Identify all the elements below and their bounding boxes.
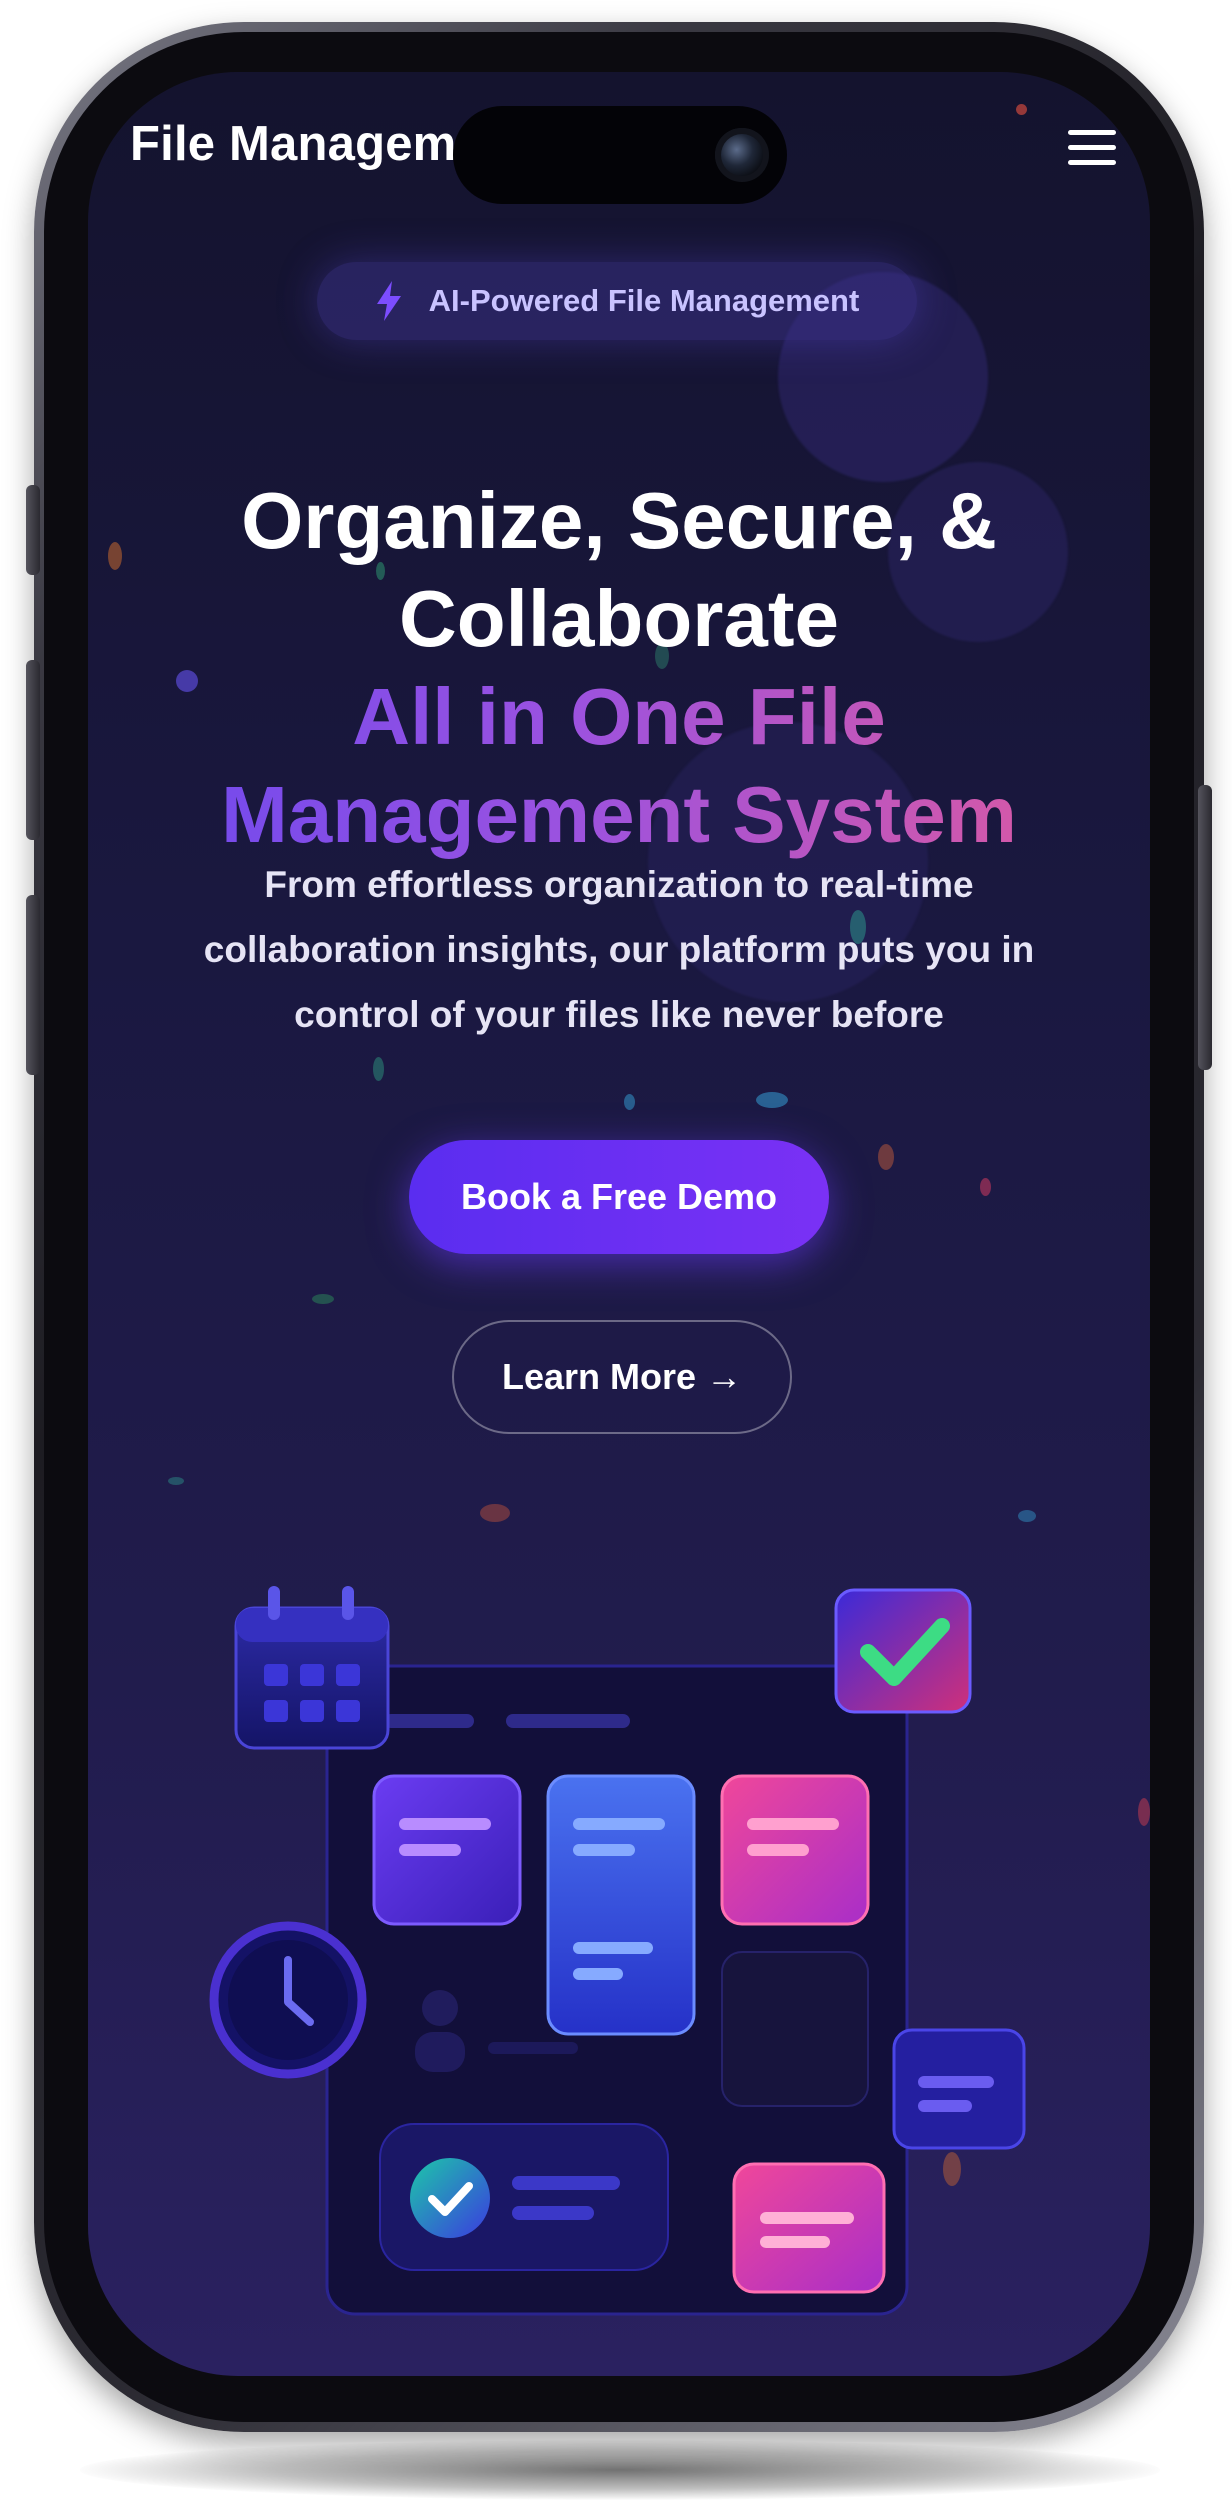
hero-description: From effortless organization to real-tim… [148, 852, 1090, 1047]
calendar-icon [234, 1586, 390, 1750]
headline-line-1: Organize, Secure, & [241, 476, 997, 565]
device-floor-shadow [80, 2440, 1160, 2500]
book-demo-button[interactable]: Book a Free Demo [409, 1140, 829, 1254]
badge-label: AI-Powered File Management [428, 283, 860, 318]
confetti-dot [624, 1094, 635, 1110]
hamburger-menu-icon[interactable] [1068, 130, 1116, 166]
lightning-icon [376, 281, 401, 321]
headline-line-4: Management System [88, 766, 1150, 864]
brand-logo-text[interactable]: File Manageme [130, 116, 484, 172]
hero-headline: Organize, Secure, & Collaborate All in O… [88, 472, 1150, 864]
floating-note-card [892, 2028, 1026, 2150]
description-line-3: control of your files like never before [294, 994, 944, 1035]
checkmark-icon [834, 1588, 972, 1714]
dynamic-island [453, 106, 787, 204]
confetti-dot [756, 1092, 788, 1108]
confetti-dot [373, 1057, 384, 1081]
headline-line-2: Collaborate [398, 574, 840, 663]
phone-power-button [1198, 785, 1212, 1070]
check-circle-icon [410, 2158, 490, 2238]
confetti-dot [878, 1144, 894, 1170]
description-line-1: From effortless organization to real-tim… [264, 864, 974, 905]
clock-icon [209, 1921, 367, 2079]
kanban-board-illustration [209, 1586, 1026, 2316]
task-card-pink-small [732, 2162, 886, 2294]
headline-line-3: All in One File [88, 668, 1150, 766]
phone-volume-down-button [26, 895, 40, 1075]
task-card-blue [546, 1774, 696, 2036]
phone-volume-up-button [26, 660, 40, 840]
confetti-dot [312, 1294, 334, 1304]
task-card-empty [721, 1951, 869, 2107]
learn-more-button[interactable]: Learn More → [452, 1320, 792, 1434]
phone-action-button [26, 485, 40, 575]
description-line-2: collaboration insights, our platform put… [203, 929, 1035, 970]
phone-screen: File Manageme AI-Powered File Management… [88, 72, 1150, 2376]
confetti-dot [1016, 104, 1027, 115]
ai-feature-badge: AI-Powered File Management [317, 262, 917, 340]
confetti-dot [980, 1178, 991, 1196]
camera-lens-icon [715, 128, 769, 182]
